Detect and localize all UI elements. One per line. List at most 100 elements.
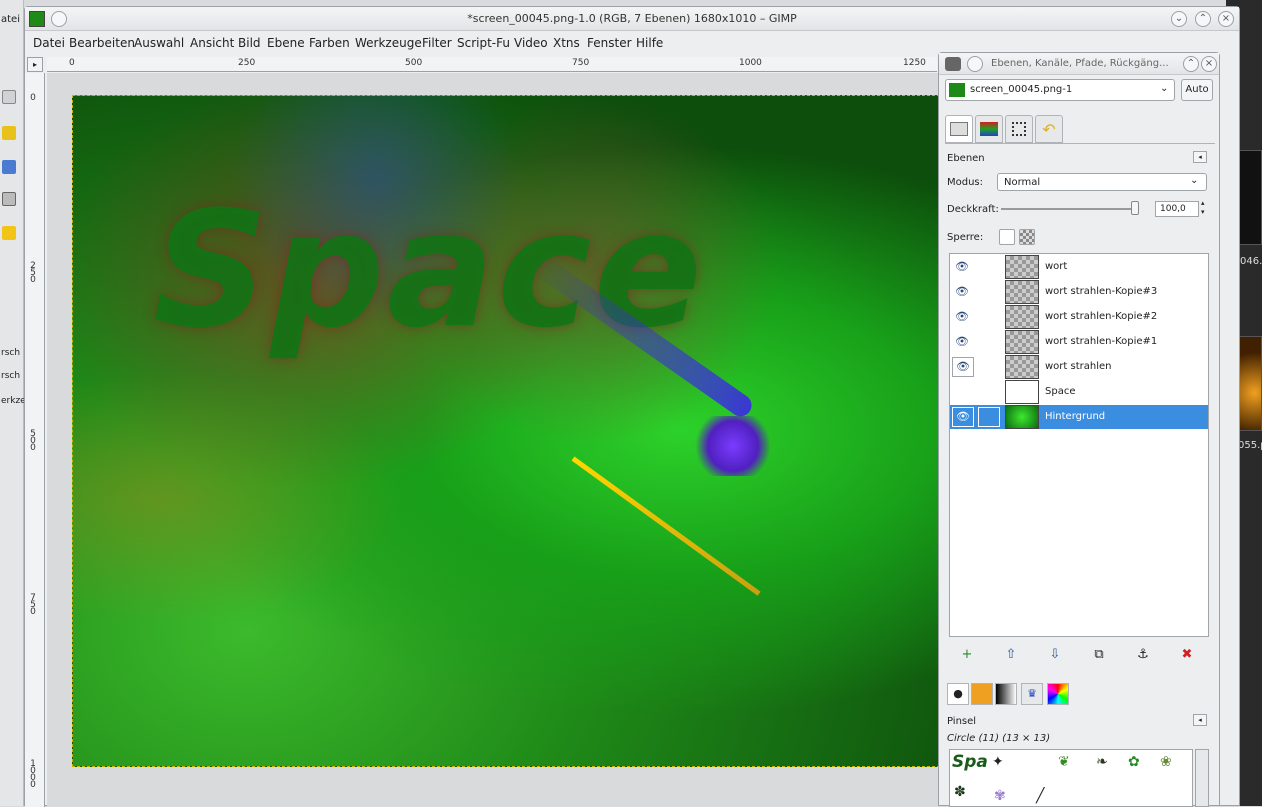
new-layer-icon[interactable]: + (957, 645, 977, 665)
brushes-tab-menu-button[interactable]: ◂ (1193, 714, 1207, 726)
ruler-tick: 0 (30, 93, 36, 103)
tab-brushes[interactable]: ● (947, 683, 969, 705)
star-brush-icon[interactable]: ✦ (992, 754, 1004, 770)
lower-layer-icon[interactable]: ⇩ (1045, 645, 1065, 665)
layer-row[interactable]: 👁 wort strahlen-Kopie#2 (950, 305, 1208, 329)
leaf-brush-icon-4[interactable]: ❀ (1160, 754, 1172, 770)
menu-hilfe[interactable]: Hilfe (636, 36, 663, 50)
brush-preview-space[interactable]: Spa (952, 752, 988, 772)
maple-brush-icon[interactable]: ✽ (954, 784, 966, 800)
canvas-area[interactable]: Space (47, 73, 940, 807)
menu-farben[interactable]: Farben (309, 36, 350, 50)
close-button[interactable]: × (1218, 11, 1234, 27)
star-tool-icon[interactable] (2, 226, 16, 240)
ruler-tick: 0 (69, 58, 75, 68)
chain-slot[interactable] (978, 407, 1000, 427)
layer-row[interactable]: 👁 wort (950, 255, 1208, 279)
select-tool-icon[interactable] (2, 90, 16, 104)
brush-scrollbar[interactable] (1195, 749, 1209, 807)
image-selector[interactable]: screen_00045.png-1 ⌄ (945, 79, 1175, 101)
eye-icon[interactable]: 👁 (952, 357, 974, 377)
tab-patterns[interactable] (971, 683, 993, 705)
delete-layer-icon[interactable]: ✖ (1177, 645, 1197, 665)
quick-mask-toggle[interactable]: ▸ (27, 57, 43, 72)
flower-brush-icon[interactable]: ✾ (994, 788, 1006, 804)
stroke-brush-icon[interactable]: ╱ (1036, 788, 1044, 804)
tab-fonts[interactable]: ♛ (1021, 683, 1043, 705)
opacity-slider[interactable] (1001, 208, 1139, 210)
menu-werkzeuge[interactable]: Werkzeuge (355, 36, 422, 50)
menu-ansicht[interactable]: Ansicht (190, 36, 234, 50)
dock-shade-button[interactable]: ⌃ (1183, 56, 1199, 72)
background-label-3: erkze (1, 396, 26, 406)
minimize-button[interactable]: ⌄ (1171, 11, 1187, 27)
duplicate-layer-icon[interactable]: ⧉ (1089, 645, 1109, 665)
thumbnail-1[interactable] (1238, 150, 1262, 245)
tab-layers[interactable] (945, 115, 973, 143)
opacity-spin-buttons[interactable]: ▴ ▾ (1201, 199, 1205, 217)
layer-name: Hintergrund (1045, 411, 1106, 422)
menu-xtns[interactable]: Xtns (553, 36, 580, 50)
tab-gradients[interactable] (995, 683, 1017, 705)
eye-icon[interactable]: 👁 (952, 407, 974, 427)
layer-row-selected[interactable]: 👁 Hintergrund (950, 405, 1208, 429)
leaf-brush-icon-2[interactable]: ❧ (1096, 754, 1108, 770)
menu-video[interactable]: Video (514, 36, 548, 50)
layer-row[interactable]: 👁 wort strahlen-Kopie#1 (950, 330, 1208, 354)
layers-list[interactable]: 👁 wort 👁 wort strahlen-Kopie#3 👁 wort st… (949, 253, 1209, 637)
lock-pixels-toggle[interactable] (999, 229, 1015, 245)
rect-tool-icon[interactable] (2, 192, 16, 206)
maximize-button[interactable]: ⌃ (1195, 11, 1211, 27)
ruler-tick: 250 (30, 261, 36, 285)
image-thumb-icon (949, 83, 965, 97)
menu-bild[interactable]: Bild (238, 36, 261, 50)
paint-bucket-icon[interactable] (2, 160, 16, 174)
eye-icon[interactable]: 👁 (952, 282, 972, 302)
eye-hidden-slot[interactable] (952, 382, 972, 402)
dock-close-button[interactable]: × (1201, 56, 1217, 72)
opacity-slider-handle[interactable] (1131, 201, 1139, 215)
menu-filter[interactable]: Filter (422, 36, 452, 50)
eye-icon[interactable]: 👁 (952, 257, 972, 277)
eye-icon[interactable]: 👁 (952, 307, 972, 327)
tab-palettes[interactable] (1047, 683, 1069, 705)
dock-menu-button[interactable] (967, 56, 983, 72)
brush-grid[interactable]: Spa ✦ ❦ ❧ ✿ ❀ ✽ ✾ ╱ (949, 749, 1193, 807)
auto-button[interactable]: Auto (1181, 79, 1213, 101)
tab-undo[interactable]: ↶ (1035, 115, 1063, 143)
tab-paths[interactable] (1005, 115, 1033, 143)
menu-fenster[interactable]: Fenster (587, 36, 632, 50)
fuzzy-select-icon[interactable] (2, 126, 16, 140)
leaf-brush-icon[interactable]: ❦ (1058, 754, 1070, 770)
mode-label: Modus: (947, 177, 984, 188)
layer-name: wort strahlen (1045, 361, 1112, 372)
tab-channels[interactable] (975, 115, 1003, 143)
background-label: atei (1, 14, 20, 25)
vertical-ruler: 0 250 500 750 1000 (25, 73, 45, 807)
layer-row[interactable]: 👁 wort strahlen (950, 355, 1208, 379)
layer-row[interactable]: Space (950, 380, 1208, 404)
ruler-tick: 750 (30, 593, 36, 617)
opacity-input[interactable]: 100,0 (1155, 201, 1199, 217)
menu-auswahl[interactable]: Auswahl (134, 36, 184, 50)
menu-bearbeiten[interactable]: Bearbeiten (69, 36, 135, 50)
menu-script-fu[interactable]: Script-Fu (457, 36, 510, 50)
mode-select[interactable]: Normal ⌄ (997, 173, 1207, 191)
thumbnail-2[interactable] (1238, 336, 1262, 431)
raise-layer-icon[interactable]: ⇧ (1001, 645, 1021, 665)
layer-thumbnail (1005, 280, 1039, 304)
window-titlebar[interactable]: *screen_00045.png-1.0 (RGB, 7 Ebenen) 16… (25, 7, 1239, 31)
menu-ebene[interactable]: Ebene (267, 36, 305, 50)
menu-datei[interactable]: Datei (33, 36, 65, 50)
yellow-streak (571, 456, 761, 596)
image-selector-value: screen_00045.png-1 (970, 84, 1073, 95)
eye-icon[interactable]: 👁 (952, 332, 972, 352)
lock-alpha-toggle[interactable] (1019, 229, 1035, 245)
ruler-tick: 500 (30, 429, 36, 453)
anchor-layer-icon[interactable]: ⚓ (1133, 645, 1153, 665)
leaf-brush-icon-3[interactable]: ✿ (1128, 754, 1140, 770)
layer-row[interactable]: 👁 wort strahlen-Kopie#3 (950, 280, 1208, 304)
image-canvas[interactable]: Space (72, 95, 940, 767)
dock-titlebar[interactable]: Ebenen, Kanäle, Pfade, Rückgäng... ⌃ × (939, 53, 1219, 75)
layers-tab-menu-button[interactable]: ◂ (1193, 151, 1207, 163)
